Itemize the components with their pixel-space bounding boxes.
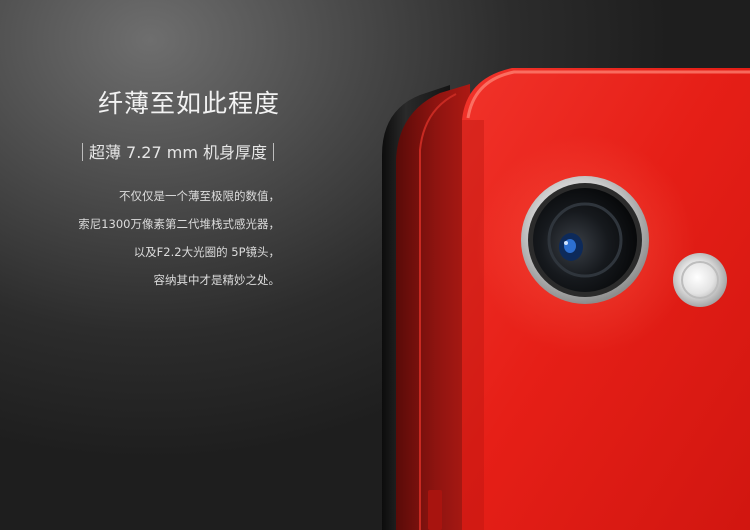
lens-glint — [564, 241, 568, 245]
side-button — [428, 490, 442, 530]
phone-illustration — [382, 68, 750, 530]
panel-shade — [462, 120, 484, 530]
promo-banner: 纤薄至如此程度 超薄 7.27 mm 机身厚度 不仅仅是一个薄至极限的数值， 索… — [0, 0, 750, 530]
